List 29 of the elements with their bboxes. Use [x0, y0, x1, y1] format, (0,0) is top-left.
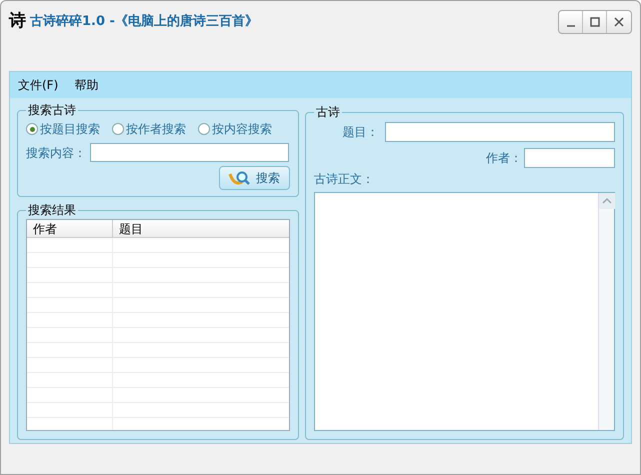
author-label: 作者：: [486, 150, 522, 167]
group-title: 古诗: [315, 104, 341, 121]
scroll-up-icon: [599, 193, 615, 209]
radio-option[interactable]: 按作者搜索: [112, 120, 186, 138]
radio-button[interactable]: [112, 123, 124, 135]
radio-button[interactable]: [26, 123, 38, 135]
minimize-icon: [566, 25, 576, 27]
menu-item[interactable]: 文件(F): [18, 76, 58, 94]
group-title: 搜索结果: [27, 202, 77, 219]
column-header[interactable]: 作者: [27, 220, 113, 237]
radio-option[interactable]: 按内容搜索: [198, 120, 272, 138]
column-header[interactable]: 题目: [113, 220, 289, 237]
maximize-icon: [590, 17, 600, 27]
radio-option[interactable]: 按题目搜索: [26, 120, 100, 138]
app-icon-glyph: 诗: [9, 10, 26, 34]
close-icon: [614, 17, 624, 27]
search-content-label: 搜索内容：: [26, 144, 86, 162]
menu-item[interactable]: 帮助: [74, 76, 98, 94]
group-title: 搜索古诗: [27, 102, 77, 119]
search-button[interactable]: 搜索: [219, 166, 290, 190]
vertical-scrollbar[interactable]: [598, 193, 614, 430]
window-title: 古诗碎碎1.0 -《电脑上的唐诗三百首》: [30, 12, 258, 32]
poem-body-label: 古诗正文：: [314, 171, 375, 188]
magnifier-icon: [228, 170, 252, 186]
radio-button[interactable]: [198, 123, 210, 135]
search-input-field[interactable]: [90, 143, 289, 162]
author-input-field[interactable]: [524, 148, 615, 168]
title-label: 题目：: [342, 124, 379, 141]
title-input-field[interactable]: [384, 122, 615, 142]
